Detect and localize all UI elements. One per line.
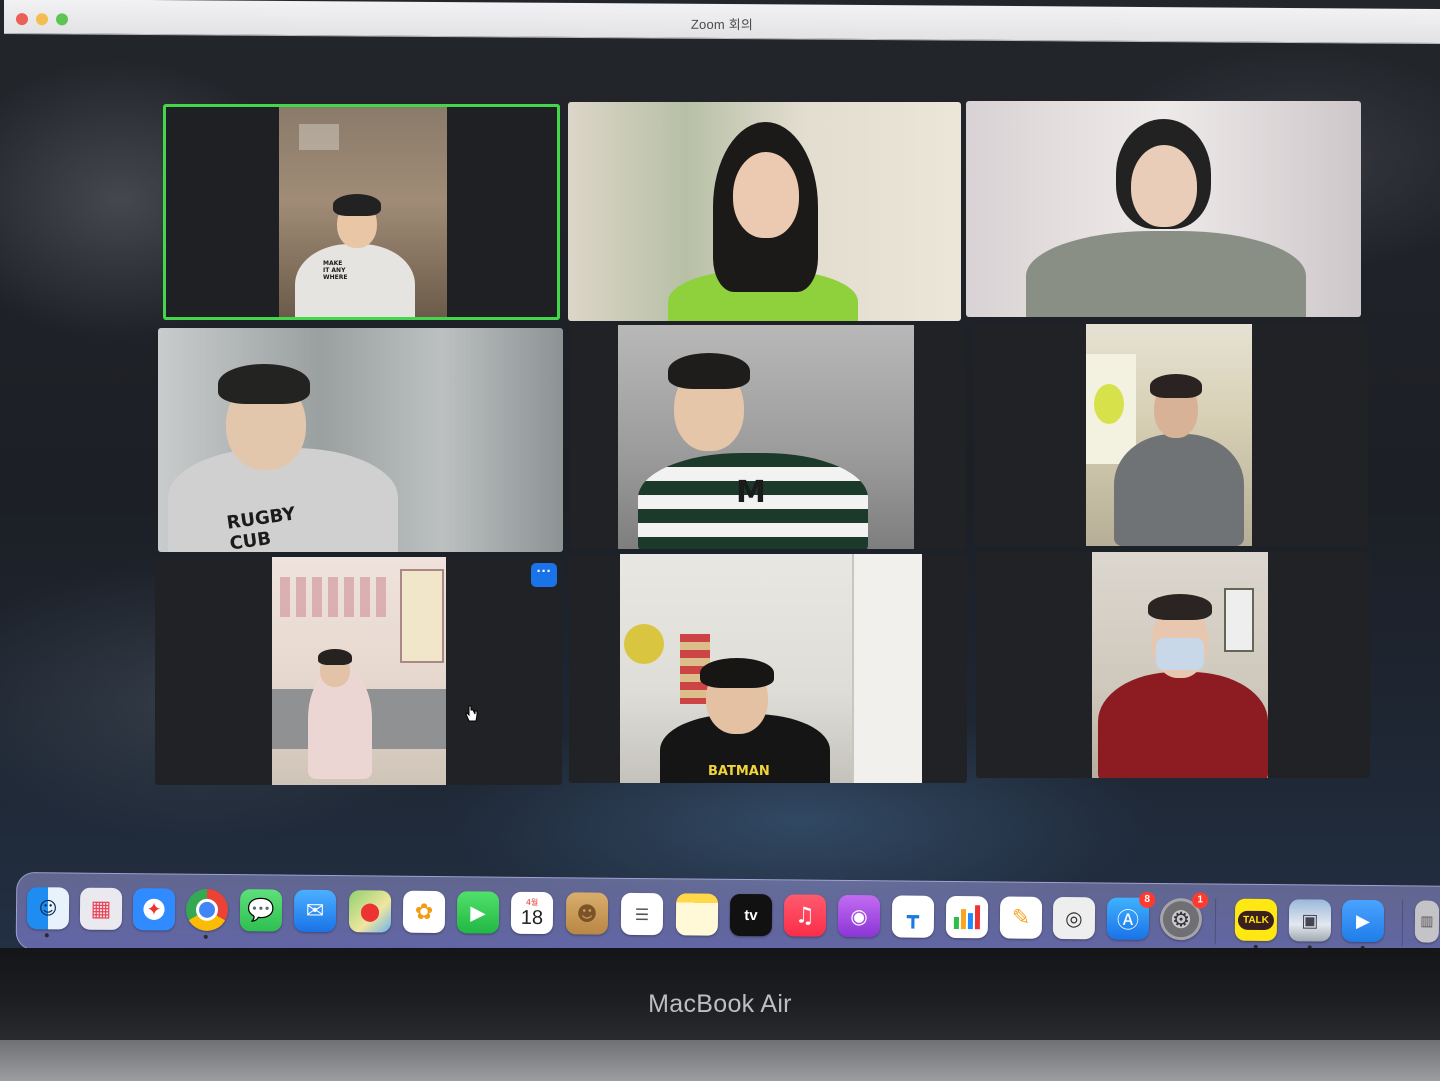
launchpad-icon[interactable]: ▦ bbox=[79, 887, 123, 931]
chrome-icon[interactable] bbox=[185, 888, 229, 932]
hand-cursor-icon bbox=[465, 705, 478, 722]
numbers-icon[interactable] bbox=[945, 895, 989, 939]
dock-separator bbox=[1214, 898, 1217, 945]
laptop-hinge bbox=[0, 1040, 1440, 1081]
maps-icon[interactable]: ⬤ bbox=[348, 890, 392, 933]
participant-tile-8[interactable]: BATMAN bbox=[569, 554, 967, 783]
window-titlebar: Zoom 회의 bbox=[4, 0, 1440, 45]
mail-icon[interactable]: ✉ bbox=[293, 889, 337, 933]
screen: Zoom 회의 MAKE IT ANY WHERE RUGBY CUB M ··… bbox=[0, 0, 1440, 975]
shirt-print: MAKE IT ANY WHERE bbox=[323, 260, 348, 281]
participant-video: RUGBY CUB bbox=[158, 328, 563, 552]
participant-tile-4[interactable]: RUGBY CUB bbox=[158, 328, 563, 552]
participant-tile-9[interactable] bbox=[976, 552, 1370, 778]
music-icon[interactable]: ♫ bbox=[783, 894, 827, 937]
finder-icon[interactable]: ☺ bbox=[26, 887, 70, 930]
participant-video bbox=[966, 101, 1361, 317]
participant-tile-5[interactable]: M bbox=[570, 325, 966, 549]
keynote-icon[interactable]: ┳ bbox=[891, 895, 935, 938]
shirt-print: BATMAN bbox=[708, 764, 770, 779]
facetime-icon[interactable]: ▶ bbox=[456, 891, 500, 934]
podcasts-icon[interactable]: ◉ bbox=[837, 894, 881, 938]
image-viewer-icon[interactable]: ▣ bbox=[1288, 899, 1332, 942]
settings-icon[interactable]: ⚙ 1 bbox=[1159, 892, 1209, 941]
reminders-icon[interactable]: ☰ bbox=[620, 892, 664, 936]
running-indicator bbox=[44, 933, 49, 938]
pages-icon[interactable]: ✎ bbox=[999, 896, 1043, 939]
trash-icon[interactable]: ▥ bbox=[1414, 900, 1440, 943]
notification-badge: 8 bbox=[1139, 891, 1156, 908]
notification-badge: 1 bbox=[1192, 892, 1209, 909]
participant-tile-3[interactable] bbox=[966, 101, 1361, 317]
shirt-print: M bbox=[736, 475, 766, 510]
device-label: MacBook Air bbox=[648, 990, 792, 1018]
calendar-icon[interactable]: 4월 18 bbox=[510, 891, 554, 935]
shirt-print: RUGBY CUB bbox=[225, 503, 297, 552]
participant-video bbox=[272, 557, 446, 785]
window-title: Zoom 회의 bbox=[690, 16, 754, 33]
dock-separator bbox=[1401, 900, 1404, 947]
messages-icon[interactable]: 💬 bbox=[239, 889, 283, 932]
running-indicator bbox=[203, 934, 208, 939]
participant-video: MAKE IT ANY WHERE bbox=[279, 104, 447, 320]
participant-options-button[interactable]: ··· bbox=[531, 563, 557, 587]
tv-icon[interactable]: tv bbox=[729, 893, 773, 937]
contacts-icon[interactable]: ☻ bbox=[565, 892, 609, 935]
calendar-day: 18 bbox=[520, 906, 544, 929]
photos-icon[interactable]: ✿ bbox=[402, 890, 446, 934]
participant-video: M bbox=[618, 325, 914, 549]
kakaotalk-icon[interactable]: TALK bbox=[1234, 898, 1278, 942]
participant-video bbox=[568, 102, 961, 321]
zoom-icon[interactable]: ▶ bbox=[1341, 899, 1385, 943]
participant-tile-6[interactable] bbox=[974, 324, 1368, 546]
tv-icon-label: tv bbox=[744, 906, 758, 924]
participant-tile-2[interactable] bbox=[568, 102, 961, 321]
appstore-icon[interactable]: Ⓐ 8 bbox=[1106, 891, 1156, 940]
notes-icon[interactable] bbox=[675, 893, 719, 936]
participant-video bbox=[1086, 324, 1252, 546]
calendar-month: 4월 bbox=[525, 897, 539, 907]
participant-tile-7[interactable]: ··· bbox=[155, 557, 562, 785]
participant-video bbox=[1092, 552, 1268, 778]
preview-icon[interactable]: ◎ bbox=[1052, 896, 1096, 940]
kakaotalk-label: TALK bbox=[1237, 910, 1275, 930]
participant-video: BATMAN bbox=[620, 554, 922, 783]
safari-icon[interactable]: ✦ bbox=[132, 888, 176, 931]
participant-tile-1[interactable]: MAKE IT ANY WHERE bbox=[163, 104, 560, 320]
